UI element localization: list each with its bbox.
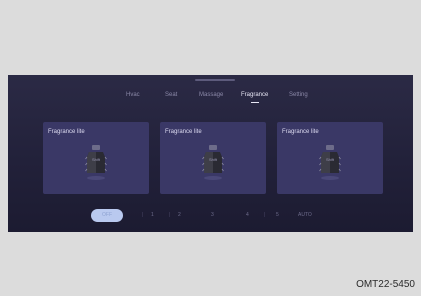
tab-hvac[interactable]: Hvac (126, 92, 140, 98)
card-title: Fragrance lite (48, 129, 85, 135)
figure-code: OMT22-5450 (356, 279, 415, 290)
tab-seat[interactable]: Seat (165, 92, 177, 98)
fragrance-card-1[interactable]: Fragrance lite Shift (43, 122, 149, 194)
tab-fragrance[interactable]: Fragrance (241, 92, 268, 98)
bottle-label: Shift (325, 157, 335, 162)
tab-massage[interactable]: Massage (199, 92, 223, 98)
card-title: Fragrance lite (165, 129, 202, 135)
bottle-label: Shift (91, 157, 101, 162)
level-auto-button[interactable]: AUTO (298, 212, 312, 218)
divider: | (169, 212, 171, 218)
level-4-button[interactable]: 4 (246, 212, 249, 218)
drag-handle[interactable] (195, 79, 235, 81)
level-off-button[interactable]: OFF (91, 209, 123, 222)
card-title: Fragrance lite (282, 129, 319, 135)
fragrance-card-3[interactable]: Fragrance lite Shift (277, 122, 383, 194)
tab-bar: Hvac Seat Massage Fragrance Setting (8, 92, 413, 106)
fragrance-card-2[interactable]: Fragrance lite Shift (160, 122, 266, 194)
level-2-button[interactable]: 2 (178, 212, 181, 218)
intensity-level-bar: OFF | 1 | 2 3 4 | 5 AUTO (86, 209, 346, 223)
fragrance-bottle-icon (85, 145, 107, 180)
level-5-button[interactable]: 5 (276, 212, 279, 218)
tab-setting[interactable]: Setting (289, 92, 308, 98)
bottle-label: Shift (208, 157, 218, 162)
level-1-button[interactable]: 1 (151, 212, 154, 218)
level-3-button[interactable]: 3 (211, 212, 214, 218)
level-off-label: OFF (102, 212, 112, 218)
divider: | (264, 212, 266, 218)
active-tab-indicator (251, 102, 259, 103)
fragrance-bottle-icon (202, 145, 224, 180)
divider: | (142, 212, 144, 218)
fragrance-bottle-icon (319, 145, 341, 180)
infotainment-screen: Hvac Seat Massage Fragrance Setting Frag… (8, 75, 413, 232)
